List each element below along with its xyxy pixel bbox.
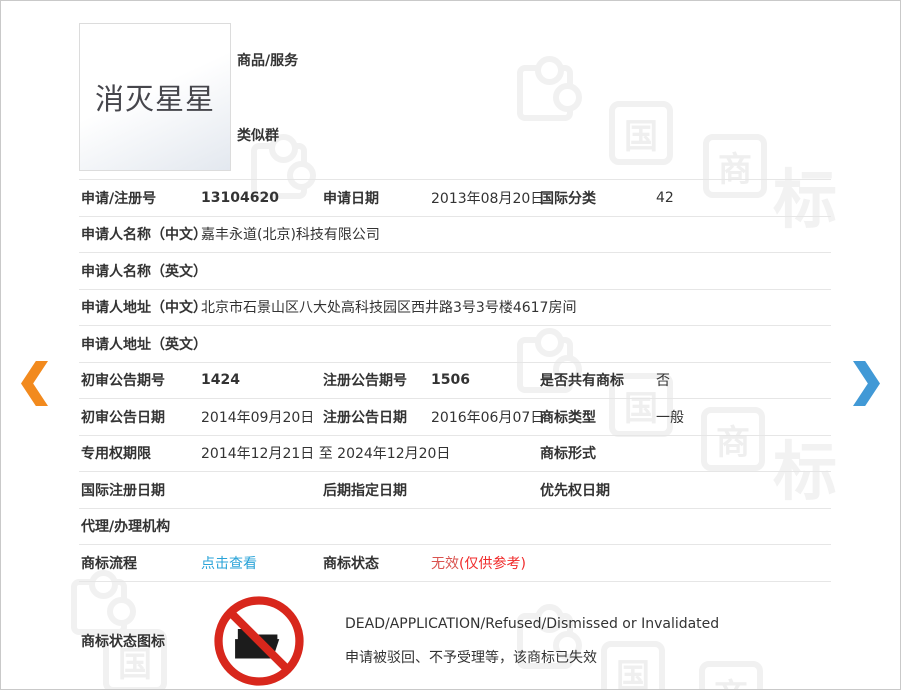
field-label-status: 商标状态	[321, 553, 431, 573]
status-description: DEAD/APPLICATION/Refused/Dismissed or In…	[345, 607, 719, 675]
row-intl-dates: 国际注册日期 后期指定日期 优先权日期	[79, 472, 831, 509]
field-label-applicant-en: 申请人名称（英文）	[79, 261, 201, 281]
field-label-tm-form: 商标形式	[538, 443, 656, 463]
row-pub-date: 初审公告日期 2014年09月20日 注册公告日期 2016年06月07日 商标…	[79, 399, 831, 436]
field-label-reg-pub-no: 注册公告期号	[321, 370, 431, 390]
row-addr-cn: 申请人地址（中文） 北京市石景山区八大处高科技园区西井路3号3号楼4617房间	[79, 290, 831, 327]
row-addr-en: 申请人地址（英文）	[79, 326, 831, 363]
field-value-reg-no: 13104620	[201, 190, 321, 206]
field-value-intl-class: 42	[656, 190, 831, 206]
field-label-addr-en: 申请人地址（英文）	[79, 334, 201, 354]
prohibited-folder-icon	[213, 595, 305, 687]
field-label-priority-date: 优先权日期	[538, 480, 656, 500]
field-value-reg-pub-no: 1506	[431, 372, 538, 388]
detail-table: 消灭星星 商品/服务 类似群 申请/注册号 13104620 申请日期 2013…	[79, 23, 831, 690]
row-exclusive-period: 专用权期限 2014年12月21日 至 2024年12月20日 商标形式	[79, 436, 831, 473]
field-label-later-desig-date: 后期指定日期	[321, 480, 431, 500]
row-applicant-en: 申请人名称（英文）	[79, 253, 831, 290]
detail-header: 消灭星星 商品/服务 类似群	[79, 23, 831, 180]
trademark-name: 消灭星星	[95, 76, 215, 118]
status-note: (仅供参考)	[459, 556, 526, 572]
field-value-tm-type: 一般	[656, 407, 831, 427]
field-value-first-pub-no: 1424	[201, 372, 321, 388]
prev-arrow-button[interactable]	[21, 361, 48, 406]
field-label-process: 商标流程	[79, 553, 201, 573]
field-label-shared-tm: 是否共有商标	[538, 370, 656, 390]
field-label-agency: 代理/办理机构	[79, 516, 201, 536]
field-value-exclusive-period: 2014年12月21日 至 2024年12月20日	[201, 443, 538, 463]
row-status-icon: 商标状态图标 DEAD/APPLICATION/Refused/Dismisse…	[79, 582, 831, 690]
field-label-exclusive-period: 专用权期限	[79, 443, 201, 463]
field-label-status-icon: 商标状态图标	[79, 631, 203, 651]
trademark-image: 消灭星星	[79, 23, 231, 171]
field-value-first-pub-date: 2014年09月20日	[201, 407, 321, 427]
row-reg-no: 申请/注册号 13104620 申请日期 2013年08月20日 国际分类 42	[79, 180, 831, 217]
similar-group-label: 类似群	[237, 125, 279, 145]
field-label-reg-pub-date: 注册公告日期	[321, 407, 431, 427]
row-process-status: 商标流程 点击查看 商标状态 无效(仅供参考)	[79, 545, 831, 582]
field-value-reg-pub-date: 2016年06月07日	[431, 407, 538, 427]
field-label-reg-no: 申请/注册号	[79, 188, 201, 208]
status-value: 无效	[431, 556, 459, 572]
field-value-applicant-cn: 嘉丰永道(北京)科技有限公司	[201, 224, 831, 244]
field-label-tm-type: 商标类型	[538, 407, 656, 427]
chevron-right-icon	[853, 361, 880, 406]
field-value-shared-tm: 否	[656, 370, 831, 390]
field-label-first-pub-date: 初审公告日期	[79, 407, 201, 427]
field-label-intl-reg-date: 国际注册日期	[79, 480, 201, 500]
status-description-cn: 申请被驳回、不予受理等，该商标已失效	[345, 641, 719, 675]
field-label-app-date: 申请日期	[321, 188, 431, 208]
status-description-en: DEAD/APPLICATION/Refused/Dismissed or In…	[345, 607, 719, 641]
field-label-addr-cn: 申请人地址（中文）	[79, 297, 201, 317]
field-value-addr-cn: 北京市石景山区八大处高科技园区西井路3号3号楼4617房间	[201, 297, 831, 317]
goods-services-label: 商品/服务	[237, 50, 298, 70]
field-label-intl-class: 国际分类	[538, 188, 656, 208]
row-applicant-cn: 申请人名称（中文） 嘉丰永道(北京)科技有限公司	[79, 217, 831, 254]
row-agency: 代理/办理机构	[79, 509, 831, 546]
field-value-app-date: 2013年08月20日	[431, 188, 538, 208]
field-label-applicant-cn: 申请人名称（中文）	[79, 224, 201, 244]
field-label-first-pub-no: 初审公告期号	[79, 370, 201, 390]
chevron-left-icon	[21, 361, 48, 406]
process-view-link[interactable]: 点击查看	[201, 556, 257, 572]
trademark-detail-page: 国商标国商标国国商 消灭星星 商品/服务 类似群 申请/注册号 13104620…	[0, 0, 901, 690]
row-pub-no: 初审公告期号 1424 注册公告期号 1506 是否共有商标 否	[79, 363, 831, 400]
next-arrow-button[interactable]	[853, 361, 880, 406]
